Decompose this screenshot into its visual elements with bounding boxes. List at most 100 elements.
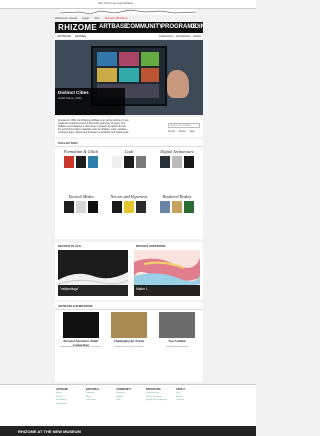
thumbnail[interactable] bbox=[124, 156, 134, 168]
collection-item-thumbnails[interactable] bbox=[64, 201, 98, 213]
address-bar[interactable]: http://rhizome.org/artbase/ bbox=[98, 1, 133, 5]
collection-item-description bbox=[155, 170, 199, 175]
tab-artists[interactable]: Artists bbox=[168, 130, 175, 133]
thumbnail[interactable] bbox=[136, 156, 146, 168]
collection-item-title[interactable]: Formalism & Glitch bbox=[59, 149, 103, 154]
join-link[interactable]: Join bbox=[94, 16, 100, 20]
footer-column-title: PROGRAMS bbox=[146, 388, 161, 391]
footer-link[interactable]: Digital Social Memory bbox=[146, 399, 174, 402]
thumbnail[interactable] bbox=[184, 156, 194, 168]
collection-item-thumbnails[interactable] bbox=[160, 156, 194, 168]
hero-feature[interactable]: Distinct Cities Artist Name, 2011 bbox=[55, 40, 203, 115]
collection-item[interactable]: Formalism & Glitch bbox=[59, 149, 103, 175]
featured-left[interactable]: "netjam/fuga" bbox=[58, 250, 128, 296]
collection-item-description bbox=[107, 170, 151, 175]
footer-link[interactable]: Interviews bbox=[86, 399, 114, 402]
thumbnail[interactable] bbox=[172, 156, 182, 168]
thumbnail[interactable] bbox=[136, 201, 146, 213]
collection-item-title[interactable]: Digital Architecture bbox=[155, 149, 199, 154]
ad-banner[interactable] bbox=[60, 9, 196, 15]
thumbnail[interactable] bbox=[124, 201, 134, 213]
thumbnail[interactable] bbox=[76, 156, 86, 168]
footer-link[interactable]: Contact bbox=[176, 399, 204, 402]
hand-image bbox=[167, 70, 189, 98]
collection-item-thumbnails[interactable] bbox=[112, 201, 146, 213]
thumbnail[interactable] bbox=[88, 156, 98, 168]
page: http://rhizome.org/artbase/ Welcome, Gue… bbox=[0, 0, 256, 436]
nav-community[interactable]: COMMUNITY bbox=[126, 24, 163, 30]
collection-item-title[interactable]: Tactical Media bbox=[59, 194, 103, 199]
exhibition-subtitle: the artist as art in the network bbox=[114, 346, 144, 348]
collection-item-title[interactable]: Net.art and Hypertext bbox=[107, 194, 151, 199]
collection-item-description bbox=[59, 170, 103, 175]
exhibition-title[interactable]: Now Untitled bbox=[155, 339, 199, 343]
thumbnail[interactable] bbox=[184, 201, 194, 213]
thumbnail[interactable] bbox=[112, 201, 122, 213]
footer-column: EDITORIAL Features News Interviews bbox=[86, 388, 114, 403]
utility-bar: Welcome, Guest Login Join Support Rhizom… bbox=[55, 16, 203, 21]
footer-column: PROGRAMS Commissions Seven on Seven Digital… bbox=[146, 388, 174, 403]
exhibition-image[interactable] bbox=[63, 312, 99, 338]
collection-item[interactable]: Code bbox=[107, 149, 151, 175]
hero-artist: Artist Name, 2011 bbox=[58, 96, 82, 100]
collection-item-thumbnails[interactable] bbox=[160, 201, 194, 213]
footer-column-title: ABOUT bbox=[176, 388, 185, 391]
search-input[interactable]: Search the ArtBase bbox=[168, 123, 200, 128]
footer-column-title: COMMUNITY bbox=[116, 388, 132, 391]
collection-item[interactable]: Net.art and Hypertext bbox=[107, 194, 151, 220]
rhizome-logo[interactable]: RHIZOME bbox=[58, 23, 97, 32]
collection-item[interactable]: Rendered Reality bbox=[155, 194, 199, 220]
thumbnail[interactable] bbox=[64, 156, 74, 168]
archive-link[interactable]: Archive bbox=[75, 34, 86, 38]
tab-works[interactable]: Works bbox=[179, 130, 186, 133]
collection-item-title[interactable]: Rendered Reality bbox=[155, 194, 199, 199]
support-link[interactable]: Support Rhizome bbox=[105, 16, 128, 20]
footer-link[interactable]: Jobs bbox=[116, 399, 144, 402]
welcome-text: Welcome, Guest bbox=[55, 16, 78, 20]
thumbnail[interactable] bbox=[64, 201, 74, 213]
bottom-bar: RHIZOME AT THE NEW MUSEUM bbox=[0, 426, 256, 436]
footer: ARTBASE Artists Works Exhibitions Collection… bbox=[0, 384, 256, 427]
subnav-links[interactable]: Collections · Exhibitions · About bbox=[159, 34, 201, 38]
thumbnail[interactable] bbox=[88, 201, 98, 213]
thumbnail[interactable] bbox=[160, 156, 170, 168]
sub-nav: ARTBASE Archive Collections · Exhibition… bbox=[55, 33, 203, 39]
exhibition-item[interactable]: Challenging the Nelson the artist as art … bbox=[107, 312, 151, 356]
thumbnail[interactable] bbox=[112, 156, 122, 168]
collection-title: COLLECTION bbox=[55, 139, 203, 147]
collection-item-title[interactable]: Code bbox=[107, 149, 151, 154]
collection-item-description bbox=[107, 215, 151, 220]
section-pill[interactable]: ARTBASE bbox=[57, 34, 71, 38]
exhibition-item[interactable]: Now Untitled Identity and anonymity bbox=[155, 312, 199, 356]
exhibition-image[interactable] bbox=[159, 312, 195, 338]
footer-link[interactable]: Collections bbox=[56, 403, 84, 406]
collection-item[interactable]: Tactical Media bbox=[59, 194, 103, 220]
featured-section: RECENT PLAYS RECENT ADDITIONS "netjam/fu… bbox=[55, 242, 203, 300]
collection-section: COLLECTION Formalism & Glitch Code Digit… bbox=[55, 139, 203, 239]
featured-right[interactable]: Matter 1 bbox=[134, 250, 200, 296]
exhibition-image[interactable] bbox=[111, 312, 147, 338]
collection-item[interactable]: Digital Architecture bbox=[155, 149, 199, 175]
ad-banner-graphic bbox=[60, 9, 196, 15]
exhibition-title[interactable]: Challenging the Nelson bbox=[107, 339, 151, 343]
exhibitions-title: ARTBASE EXHIBITIONS bbox=[55, 302, 203, 310]
nav-artbase[interactable]: ARTBASE bbox=[99, 24, 128, 30]
login-link[interactable]: Login bbox=[82, 16, 89, 20]
collection-item-description bbox=[155, 215, 199, 220]
recent-plays-title: RECENT PLAYS bbox=[58, 244, 81, 248]
thumbnail[interactable] bbox=[76, 201, 86, 213]
hero-title[interactable]: Distinct Cities bbox=[58, 90, 122, 95]
recent-additions-title: RECENT ADDITIONS bbox=[136, 244, 166, 248]
exhibition-subtitle: Identity and anonymity bbox=[166, 346, 188, 348]
thumbnail[interactable] bbox=[172, 201, 182, 213]
collection-item-thumbnails[interactable] bbox=[112, 156, 146, 168]
featured-left-caption: "netjam/fuga" bbox=[58, 285, 128, 296]
nav-join[interactable]: JOIN bbox=[191, 24, 205, 30]
exhibition-item[interactable]: Personal Narratives, Public Connections N… bbox=[59, 312, 103, 356]
thumbnail[interactable] bbox=[160, 201, 170, 213]
bottom-bar-text: RHIZOME AT THE NEW MUSEUM bbox=[18, 429, 81, 434]
hero-caption: Distinct Cities Artist Name, 2011 bbox=[55, 88, 125, 115]
footer-column-title: ARTBASE bbox=[56, 388, 69, 391]
collection-item-thumbnails[interactable] bbox=[64, 156, 98, 168]
tab-tags[interactable]: Tags bbox=[189, 130, 194, 133]
